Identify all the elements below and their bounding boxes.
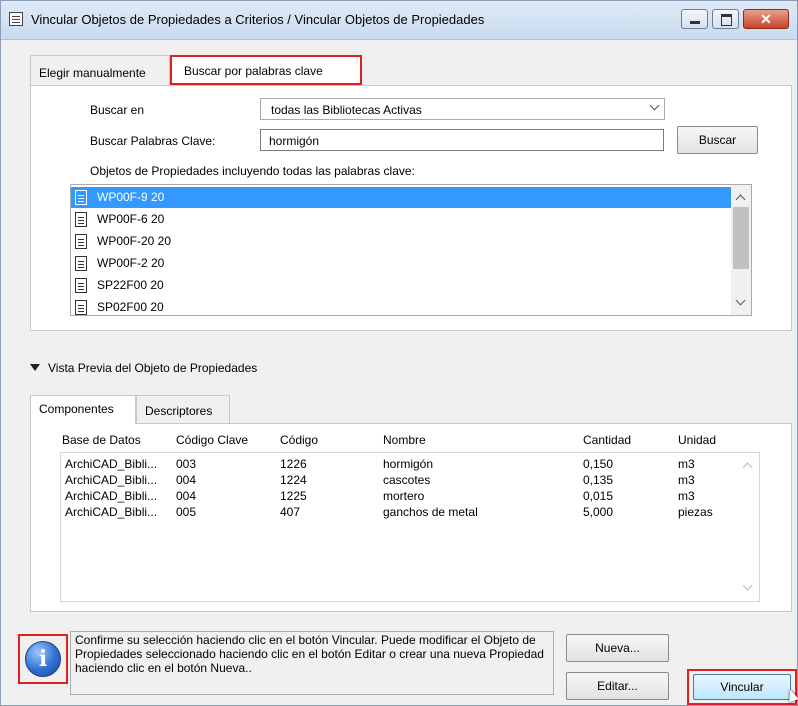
list-item-label: WP00F-2 20 [97, 256, 165, 270]
table-cell: hormigón [383, 457, 434, 471]
table-cell: cascotes [383, 473, 431, 487]
table-cell: 003 [176, 457, 197, 471]
document-icon [75, 278, 87, 293]
window-icon [9, 12, 23, 26]
column-header-quantity[interactable]: Cantidad [583, 433, 631, 447]
scroll-up-icon[interactable] [735, 194, 746, 205]
table-cell: 005 [176, 505, 197, 519]
search-in-select[interactable]: todas las Bibliotecas Activas [260, 98, 665, 120]
column-header-code[interactable]: Código [280, 433, 318, 447]
results-label: Objetos de Propiedades incluyendo todas … [90, 164, 415, 178]
tab-descriptors[interactable]: Descriptores [136, 395, 230, 423]
table-cell: 407 [280, 505, 301, 519]
info-icon-highlight: i [18, 634, 68, 684]
table-cell: m3 [678, 489, 695, 503]
results-list[interactable]: WP00F-9 20 WP00F-6 20 WP00F-20 20 WP00F-… [70, 184, 752, 316]
minimize-button[interactable] [681, 9, 708, 29]
column-header-unit[interactable]: Unidad [678, 433, 716, 447]
document-icon [75, 300, 87, 315]
search-in-value: todas las Bibliotecas Activas [271, 103, 422, 117]
link-button[interactable]: Vincular [693, 674, 791, 700]
list-item[interactable]: SP22F00 20 [71, 275, 731, 296]
list-item-label: WP00F-9 20 [97, 190, 165, 204]
keywords-label: Buscar Palabras Clave: [90, 134, 216, 148]
search-button[interactable]: Buscar [677, 126, 758, 154]
scroll-down-icon[interactable] [735, 295, 746, 306]
column-header-key-code[interactable]: Código Clave [176, 433, 248, 447]
table-cell: ganchos de metal [383, 505, 478, 519]
list-item[interactable]: WP00F-6 20 [71, 209, 731, 230]
close-icon: ✕ [760, 11, 772, 27]
table-cell: m3 [678, 457, 695, 471]
search-in-label: Buscar en [90, 103, 145, 117]
collapse-triangle-icon[interactable] [30, 364, 40, 371]
maximize-button[interactable] [712, 9, 739, 29]
list-item[interactable]: WP00F-9 20 [71, 187, 731, 208]
info-message: Confirme su selección haciendo clic en e… [70, 631, 554, 695]
table-cell: 1224 [280, 473, 307, 487]
table-cell: 5,000 [583, 505, 614, 519]
scroll-thumb[interactable] [733, 207, 749, 269]
tab-choose-manually[interactable]: Elegir manualmente [30, 55, 170, 85]
column-header-name[interactable]: Nombre [383, 433, 426, 447]
tab-components[interactable]: Componentes [30, 395, 136, 424]
table-cell: ArchiCAD_Bibli... [65, 489, 158, 503]
list-item-label: WP00F-20 20 [97, 234, 172, 248]
document-icon [75, 190, 87, 205]
chevron-down-icon [649, 100, 660, 111]
edit-button[interactable]: Editar... [566, 672, 669, 700]
table-cell: piezas [678, 505, 713, 519]
list-item[interactable]: WP00F-2 20 [71, 253, 731, 274]
scroll-up-icon[interactable] [742, 462, 753, 473]
document-icon [75, 234, 87, 249]
table-cell: 0,015 [583, 489, 614, 503]
keywords-input[interactable]: hormigón [260, 129, 664, 151]
tab-search-keywords[interactable]: Buscar por palabras clave [170, 55, 362, 85]
table-cell: ArchiCAD_Bibli... [65, 505, 158, 519]
new-button[interactable]: Nueva... [566, 634, 669, 662]
close-button[interactable]: ✕ [743, 9, 789, 29]
document-icon [75, 212, 87, 227]
list-item[interactable]: SP02F00 20 [71, 297, 731, 315]
title-bar[interactable]: Vincular Objetos de Propiedades a Criter… [1, 1, 797, 40]
list-item-label: SP02F00 20 [97, 300, 164, 314]
scroll-down-icon[interactable] [742, 580, 753, 591]
document-icon [75, 256, 87, 271]
table-cell: 0,135 [583, 473, 614, 487]
column-header-database[interactable]: Base de Datos [62, 433, 141, 447]
window-title: Vincular Objetos de Propiedades a Criter… [31, 12, 485, 27]
info-icon: i [25, 641, 61, 677]
list-item-label: WP00F-6 20 [97, 212, 165, 226]
link-button-highlight: Vincular [687, 669, 798, 705]
table-cell: 1226 [280, 457, 307, 471]
mouse-cursor-icon [785, 687, 798, 703]
table-cell: mortero [383, 489, 425, 503]
preview-title: Vista Previa del Objeto de Propiedades [48, 361, 258, 375]
table-cell: 004 [176, 489, 197, 503]
table-cell: m3 [678, 473, 695, 487]
table-cell: 0,150 [583, 457, 614, 471]
list-item[interactable]: WP00F-20 20 [71, 231, 731, 252]
table-cell: 004 [176, 473, 197, 487]
table-cell: ArchiCAD_Bibli... [65, 473, 158, 487]
components-scrollbar[interactable] [738, 453, 758, 600]
table-cell: ArchiCAD_Bibli... [65, 457, 158, 471]
keywords-value: hormigón [269, 134, 320, 148]
list-item-label: SP22F00 20 [97, 278, 164, 292]
table-cell: 1225 [280, 489, 307, 503]
results-scrollbar[interactable] [731, 185, 751, 315]
